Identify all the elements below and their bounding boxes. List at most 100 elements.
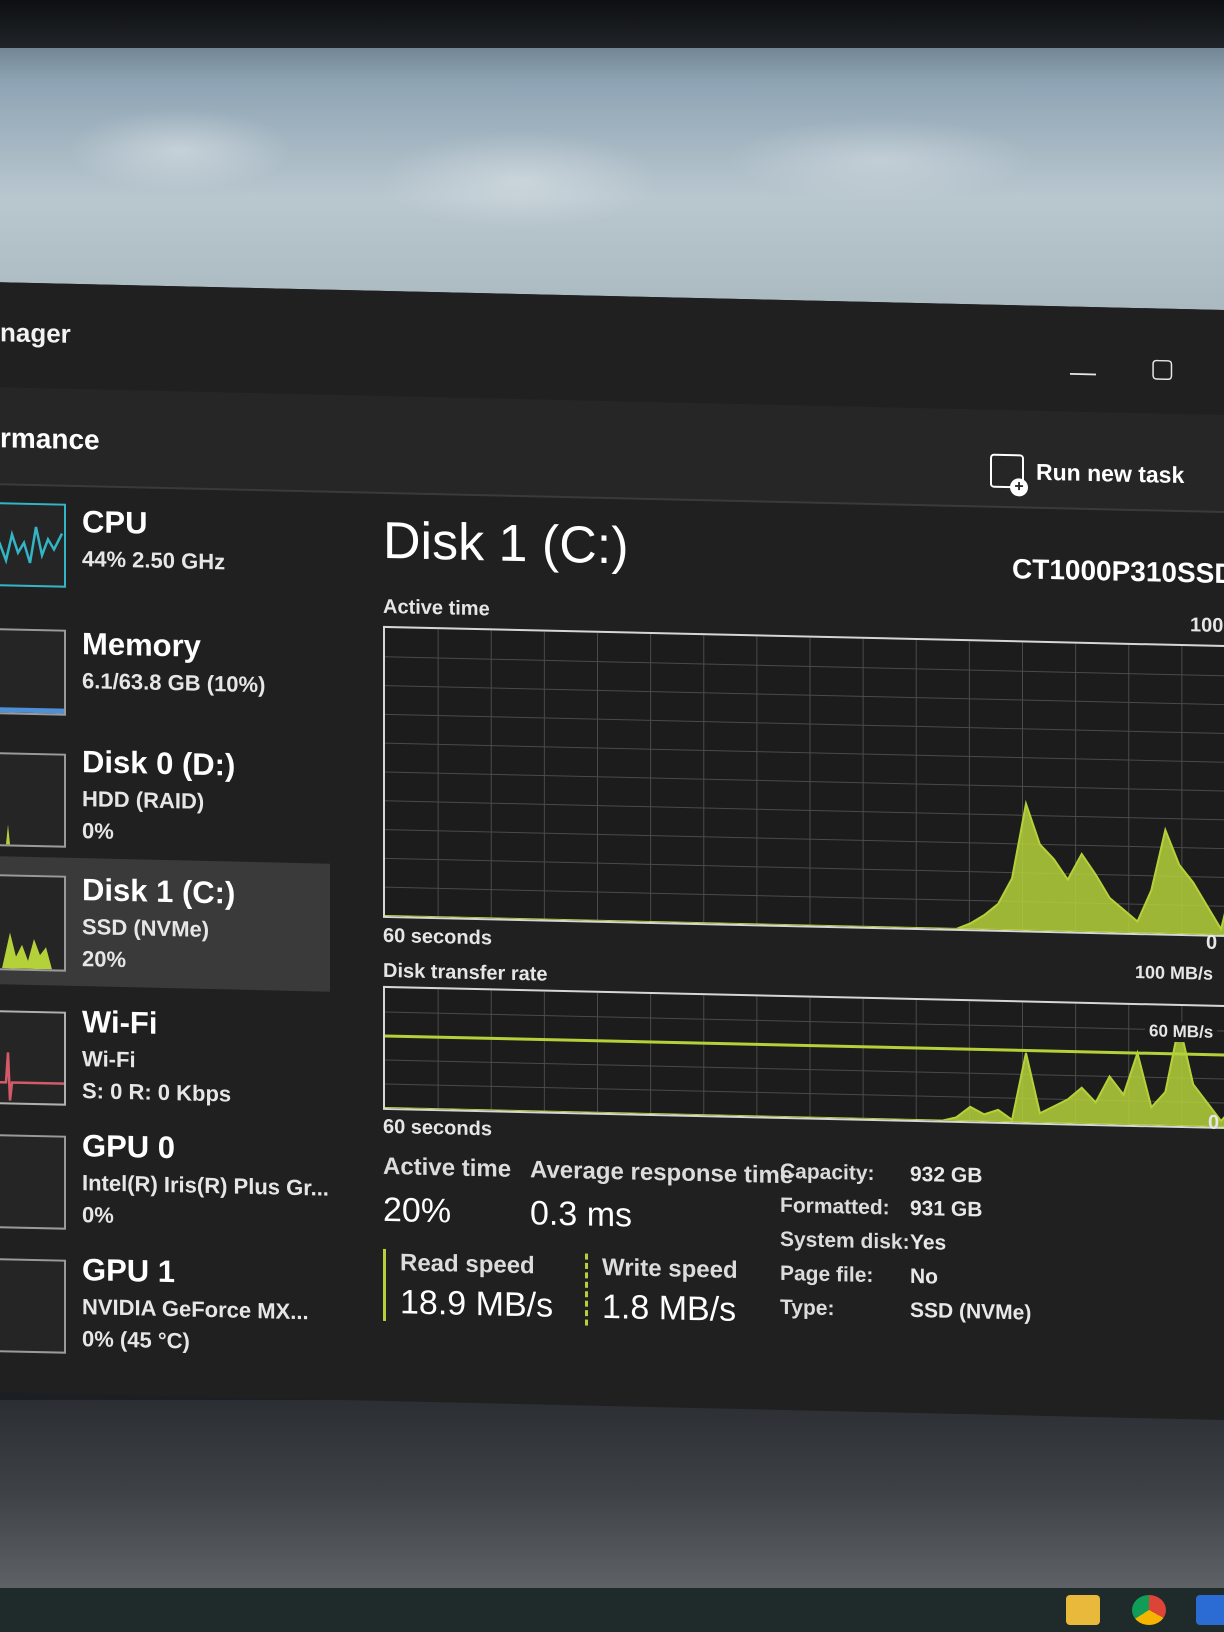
memory-thumbnail — [0, 628, 66, 716]
grid-line-horizontal — [385, 685, 1224, 706]
series-area — [385, 1023, 1224, 1129]
sidebar-item-detail-2: 0% — [82, 1202, 114, 1228]
sidebar-item-detail: Intel(R) Iris(R) Plus Gr... — [82, 1170, 329, 1201]
disk-title: Disk 1 (C:) — [383, 511, 629, 576]
disk-detail-panel: Disk 1 (C:) CT1000P310SSD Active time 10… — [380, 501, 1224, 1421]
memory-usage-fill — [0, 707, 64, 714]
property-value: Yes — [910, 1230, 947, 1255]
sidebar-item-memory[interactable]: Memory 6.1/63.8 GB (10%) — [0, 614, 330, 747]
active-time-chart — [385, 629, 1224, 937]
wifi-thumbnail — [0, 1010, 66, 1106]
disk1-thumbnail — [0, 874, 66, 972]
sidebar-item-detail: Wi-Fi — [82, 1046, 136, 1073]
sidebar-item-wifi[interactable]: Wi-Fi Wi-Fi S: 0 R: 0 Kbps — [0, 992, 330, 1125]
gpu1-thumbnail — [0, 1258, 66, 1354]
page-title: rmance — [0, 422, 100, 456]
property-value: 931 GB — [910, 1196, 983, 1222]
sidebar-item-gpu0[interactable]: GPU 0 Intel(R) Iris(R) Plus Gr... 0% — [0, 1116, 330, 1249]
sidebar-item-label: Wi-Fi — [82, 1004, 158, 1041]
active-time-stat-value: 20% — [383, 1190, 452, 1231]
property-label: System disk: — [780, 1227, 910, 1254]
active-time-min-label: 0 — [1206, 931, 1218, 954]
active-time-stat-label: Active time — [383, 1152, 512, 1183]
performance-sidebar: CPU 44% 2.50 GHz Memory 6.1/63.8 GB (10%… — [0, 492, 330, 1400]
transfer-rate-mid-label: 60 MB/s — [1145, 1021, 1218, 1043]
property-label: Capacity: — [780, 1159, 875, 1186]
read-speed-value: 18.9 MB/s — [400, 1283, 554, 1325]
run-new-task-button[interactable]: Run new task — [990, 453, 1185, 492]
property-label: Formatted: — [780, 1193, 890, 1220]
cpu-thumbnail — [0, 502, 66, 588]
sidebar-item-disk0[interactable]: Disk 0 (D:) HDD (RAID) 0% — [0, 732, 330, 865]
disk1-mini-graph — [2, 932, 52, 970]
sidebar-item-disk1[interactable]: Disk 1 (C:) SSD (NVMe) 20% — [0, 856, 330, 992]
write-speed-value: 1.8 MB/s — [602, 1287, 737, 1329]
series-area — [385, 799, 1224, 937]
grid-line-horizontal — [385, 713, 1224, 735]
property-value: SSD (NVMe) — [910, 1298, 1032, 1325]
word-icon[interactable] — [1196, 1595, 1224, 1625]
active-time-graph-time-label: 60 seconds — [383, 924, 492, 950]
transfer-rate-graph: 60 MB/s — [383, 985, 1224, 1130]
property-value: No — [910, 1264, 938, 1289]
disk-model: CT1000P310SSD — [1012, 553, 1224, 590]
scale-reference-line — [385, 1034, 1224, 1057]
read-speed-label: Read speed — [400, 1249, 535, 1280]
sidebar-item-detail-2: 0% — [82, 818, 114, 844]
active-time-graph-label: Active time — [383, 595, 490, 621]
avg-response-stat-label: Average response time — [530, 1156, 794, 1190]
grid-line-horizontal — [385, 857, 1224, 879]
monitor-bezel — [0, 0, 1224, 48]
sidebar-item-label: CPU — [82, 504, 148, 541]
grid-line-horizontal — [385, 771, 1224, 792]
transfer-rate-graph-time-label: 60 seconds — [383, 1115, 492, 1141]
cpu-mini-graph — [0, 526, 64, 565]
active-time-max-label: 100 — [1190, 614, 1224, 637]
grid-line-horizontal — [385, 742, 1224, 763]
desktop-wallpaper — [0, 0, 1224, 330]
grid-line-horizontal — [385, 1011, 1224, 1032]
window-title: nager — [0, 317, 71, 349]
sidebar-item-detail: 44% 2.50 GHz — [82, 546, 226, 575]
sidebar-item-detail: SSD (NVMe) — [82, 914, 210, 942]
sidebar-item-label: Memory — [82, 626, 201, 664]
transfer-rate-min-label: 0 — [1208, 1111, 1220, 1134]
run-new-task-label: Run new task — [1036, 458, 1185, 488]
wifi-mini-graph — [0, 1052, 64, 1101]
run-task-icon — [990, 453, 1024, 489]
sidebar-item-detail: NVIDIA GeForce MX... — [82, 1294, 309, 1325]
read-speed-legend-bar — [383, 1248, 386, 1321]
disk0-thumbnail — [0, 752, 66, 848]
sidebar-item-label: GPU 1 — [82, 1252, 176, 1290]
task-manager-window: nager — ▢ rmance Run new task CPU 44% 2.… — [0, 282, 1224, 1421]
sidebar-item-detail: 6.1/63.8 GB (10%) — [82, 668, 266, 698]
sidebar-item-detail-2: 0% (45 °C) — [82, 1326, 190, 1354]
disk0-mini-graph — [6, 824, 10, 845]
sidebar-item-label: GPU 0 — [82, 1128, 176, 1166]
sidebar-item-detail-2: 20% — [82, 946, 127, 973]
grid-line-horizontal — [385, 800, 1224, 821]
sidebar-item-cpu[interactable]: CPU 44% 2.50 GHz — [0, 492, 330, 625]
maximize-icon[interactable]: ▢ — [1150, 352, 1175, 384]
chrome-icon[interactable] — [1132, 1595, 1166, 1625]
transfer-rate-max-label: 100 MB/s — [1135, 961, 1214, 984]
sidebar-item-detail: HDD (RAID) — [82, 786, 205, 814]
property-value: 932 GB — [910, 1162, 983, 1188]
active-time-graph — [383, 625, 1224, 938]
grid-line-horizontal — [385, 1059, 1224, 1080]
write-speed-legend-bar — [585, 1253, 588, 1326]
taskbar — [0, 1588, 1224, 1632]
file-explorer-icon[interactable] — [1066, 1595, 1100, 1625]
property-label: Type: — [780, 1295, 835, 1321]
grid-line-horizontal — [385, 829, 1224, 850]
property-label: Page file: — [780, 1261, 874, 1288]
sidebar-item-gpu1[interactable]: GPU 1 NVIDIA GeForce MX... 0% (45 °C) — [0, 1240, 330, 1373]
sidebar-item-label: Disk 1 (C:) — [82, 872, 236, 911]
transfer-rate-graph-label: Disk transfer rate — [383, 959, 548, 986]
minimize-icon[interactable]: — — [1070, 357, 1096, 389]
sidebar-item-detail-2: S: 0 R: 0 Kbps — [82, 1078, 232, 1107]
gpu0-thumbnail — [0, 1134, 66, 1230]
avg-response-stat-value: 0.3 ms — [530, 1194, 633, 1235]
grid-line-horizontal — [385, 656, 1224, 677]
sidebar-item-label: Disk 0 (D:) — [82, 744, 236, 783]
